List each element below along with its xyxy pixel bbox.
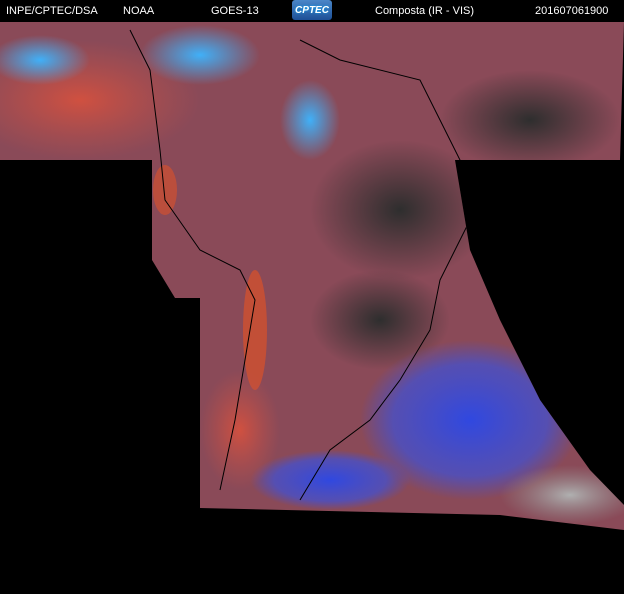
- satellite-image: [0, 22, 624, 530]
- timestamp-label: 201607061900: [535, 5, 609, 17]
- satellite-viewer: INPE/CPTEC/DSA NOAA GOES-13 CPTEC Compos…: [0, 0, 624, 594]
- cptec-logo: CPTEC: [292, 0, 332, 20]
- source-label: NOAA: [123, 5, 155, 17]
- satellite-label: GOES-13: [211, 5, 259, 17]
- image-footprint: [0, 22, 624, 530]
- product-label: Composta (IR - VIS): [375, 5, 475, 17]
- agency-label: INPE/CPTEC/DSA: [6, 5, 98, 17]
